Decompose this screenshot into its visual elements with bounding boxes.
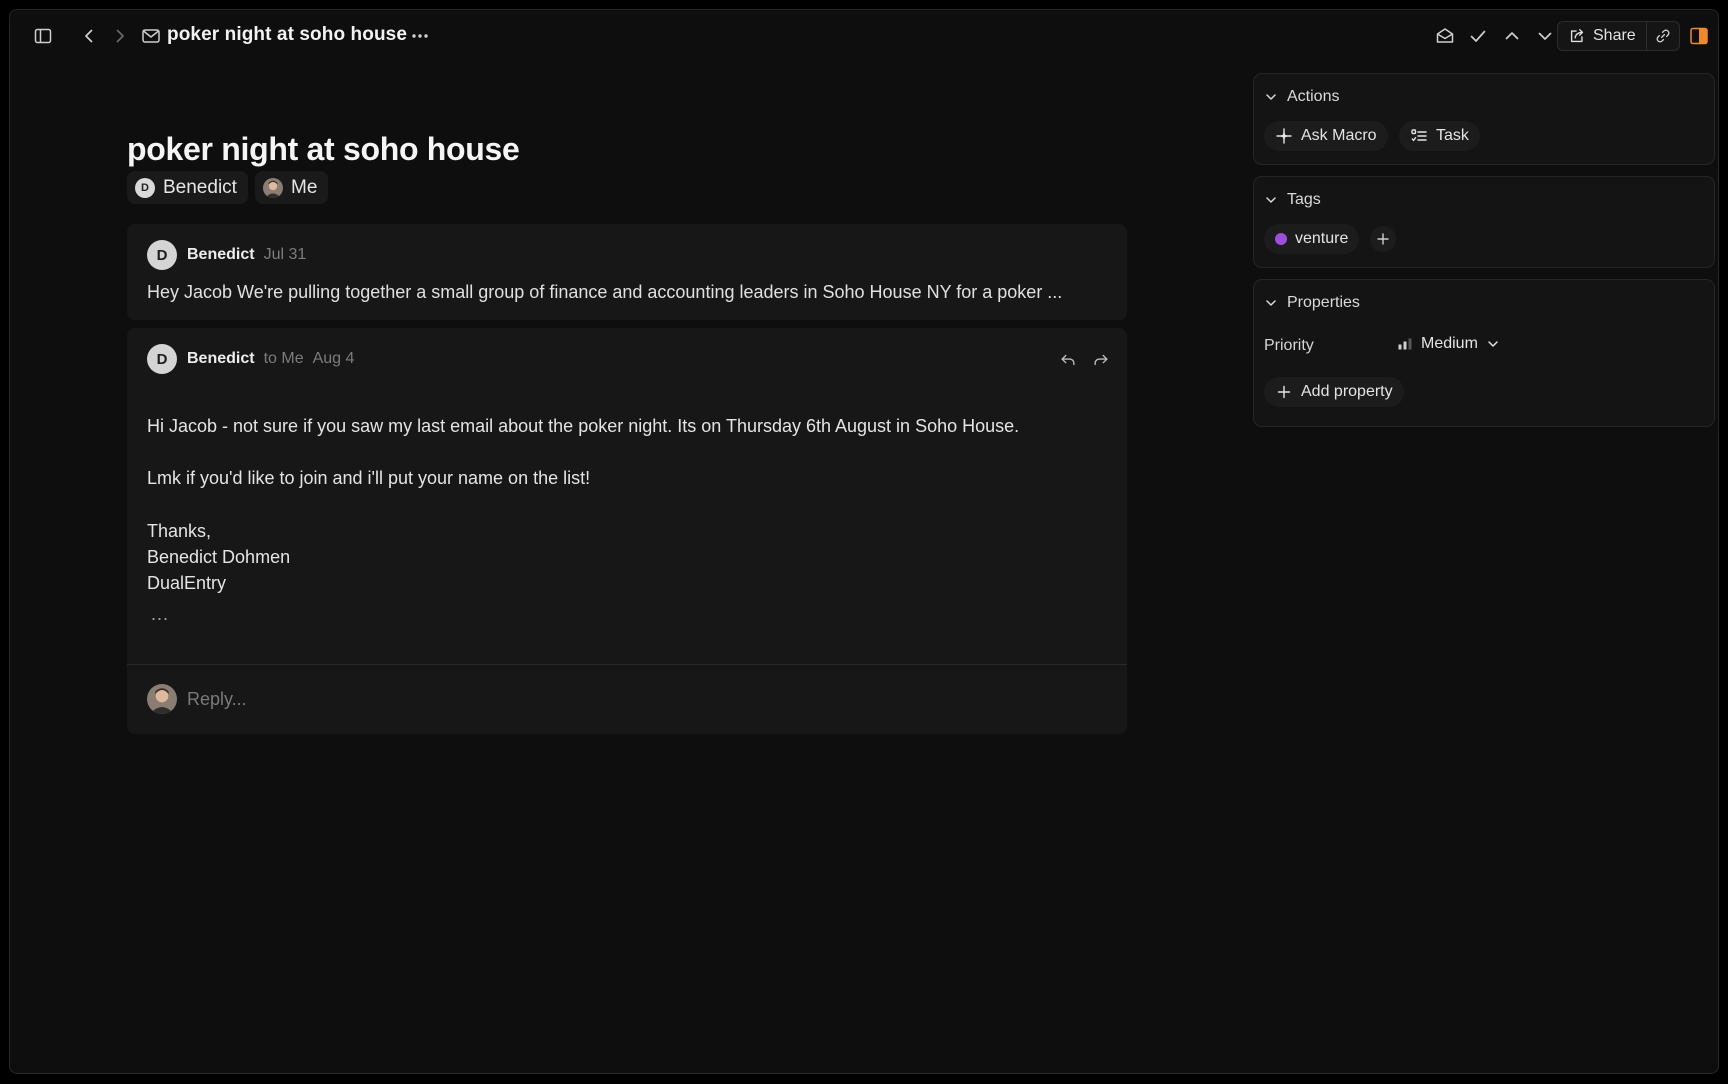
- message-date: Aug 4: [312, 350, 355, 367]
- ask-macro-button[interactable]: Ask Macro: [1264, 121, 1388, 151]
- task-button[interactable]: Task: [1399, 121, 1480, 151]
- chevron-down-icon: [1486, 337, 1500, 351]
- toolbar-title: poker night at soho house: [167, 24, 408, 45]
- copy-link-icon[interactable]: [1647, 22, 1679, 50]
- actions-header[interactable]: Actions: [1264, 88, 1339, 106]
- body-paragraph: Hi Jacob - not sure if you saw my last e…: [147, 416, 1020, 436]
- body-paragraph: Thanks,: [147, 521, 212, 541]
- plus-icon: [1275, 383, 1293, 401]
- task-label: Task: [1436, 127, 1469, 144]
- add-tag-icon[interactable]: [1370, 226, 1396, 252]
- mail-icon: [136, 21, 166, 51]
- section-heading: Properties: [1287, 294, 1360, 311]
- tags-header[interactable]: Tags: [1264, 191, 1321, 209]
- message-date: Jul 31: [263, 246, 307, 263]
- show-quoted-text[interactable]: ...: [151, 604, 169, 625]
- avatar: D: [135, 177, 155, 198]
- participant-chip-me[interactable]: Me: [255, 171, 329, 204]
- avatar: [147, 684, 177, 714]
- tag-label: venture: [1295, 230, 1349, 247]
- chevron-down-icon: [1266, 300, 1276, 306]
- sender-name: Benedict: [187, 350, 255, 367]
- sidebar-toggle-icon[interactable]: [28, 21, 58, 51]
- top-bar: poker night at soho house Share: [10, 10, 1718, 64]
- message-expanded: D Benedict to Me Aug 4 Hi Jacob - not su…: [127, 328, 1127, 734]
- app-window: poker night at soho house Share poker ni…: [9, 9, 1719, 1074]
- message-preview: Hey Jacob We're pulling together a small…: [147, 282, 1063, 302]
- properties-section: Properties Priority Medium Add property: [1253, 279, 1715, 427]
- participant-chip-benedict[interactable]: D Benedict: [127, 171, 248, 204]
- actions-section: Actions Ask Macro Task: [1253, 73, 1715, 165]
- forward-icon[interactable]: [105, 21, 135, 51]
- previous-message-icon[interactable]: [1497, 21, 1527, 51]
- message-header: Benedict Jul 31: [187, 246, 306, 264]
- right-panel-toggle-icon[interactable]: [1685, 22, 1713, 50]
- message-header: Benedict to Me Aug 4: [187, 350, 354, 368]
- forward-message-icon[interactable]: [1089, 348, 1113, 372]
- mark-done-icon[interactable]: [1463, 21, 1493, 51]
- avatar: D: [147, 240, 177, 270]
- priority-value: Medium: [1421, 335, 1478, 352]
- body-paragraph: Lmk if you'd like to join and i'll put y…: [147, 468, 591, 488]
- section-heading: Actions: [1287, 88, 1340, 105]
- share-label: Share: [1593, 27, 1636, 44]
- ask-macro-label: Ask Macro: [1301, 127, 1377, 144]
- back-icon[interactable]: [74, 21, 104, 51]
- tags-section: Tags venture: [1253, 176, 1715, 268]
- next-message-icon[interactable]: [1530, 21, 1560, 51]
- section-heading: Tags: [1287, 191, 1321, 208]
- divider: [127, 664, 1127, 665]
- priority-label: Priority: [1264, 337, 1314, 354]
- reply-input[interactable]: [187, 682, 1087, 716]
- avatar: D: [147, 344, 177, 374]
- mark-unread-icon[interactable]: [1430, 21, 1460, 51]
- sparkle-icon: [1275, 127, 1293, 145]
- share-group: Share: [1557, 21, 1680, 51]
- message-collapsed[interactable]: D Benedict Jul 31 Hey Jacob We're pullin…: [127, 224, 1127, 320]
- participant-name: Benedict: [163, 176, 237, 198]
- chevron-down-icon: [1266, 197, 1276, 203]
- priority-select[interactable]: Medium: [1397, 335, 1500, 353]
- share-icon: [1568, 27, 1586, 45]
- body-paragraph: Benedict Dohmen: [147, 547, 291, 567]
- recipient-label: to Me: [263, 350, 304, 367]
- task-list-icon: [1410, 127, 1428, 145]
- sender-name: Benedict: [187, 246, 255, 263]
- body-paragraph: DualEntry: [147, 573, 227, 593]
- more-options-icon[interactable]: [405, 21, 435, 51]
- avatar: [263, 177, 283, 198]
- participant-name: Me: [291, 176, 318, 198]
- thread-title: poker night at soho house: [127, 131, 520, 167]
- reply-icon[interactable]: [1056, 348, 1080, 372]
- priority-bars-icon: [1397, 336, 1413, 352]
- tag-color-dot: [1275, 233, 1287, 245]
- properties-header[interactable]: Properties: [1264, 294, 1360, 312]
- chevron-down-icon: [1266, 94, 1276, 100]
- add-property-label: Add property: [1301, 383, 1393, 400]
- add-property-button[interactable]: Add property: [1264, 377, 1404, 407]
- tag-chip-venture[interactable]: venture: [1264, 224, 1360, 254]
- share-button[interactable]: Share: [1558, 22, 1647, 50]
